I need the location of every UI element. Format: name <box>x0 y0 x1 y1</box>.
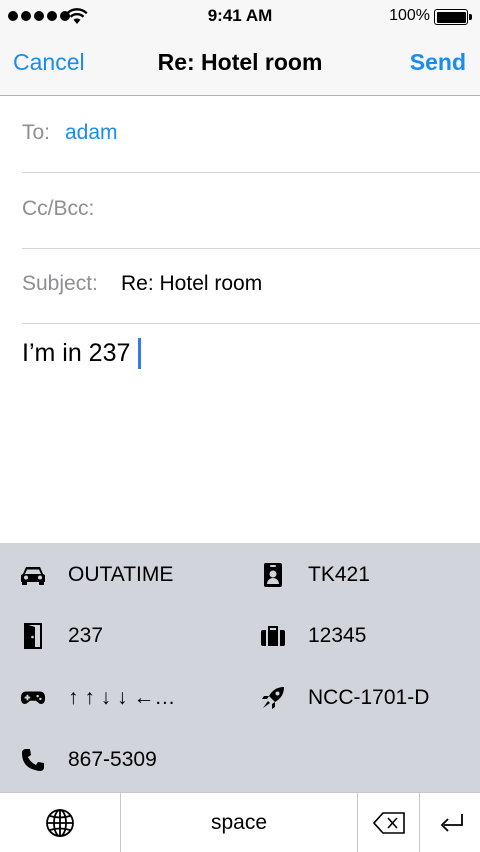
rocket-icon <box>260 685 286 711</box>
send-button[interactable]: Send <box>410 49 466 76</box>
ccbcc-label: Cc/Bcc: <box>22 197 95 220</box>
ccbcc-field[interactable]: Cc/Bcc: <box>22 173 480 249</box>
battery-percentage: 100% <box>389 7 430 24</box>
return-key[interactable] <box>420 793 480 852</box>
page-title: Re: Hotel room <box>157 49 323 75</box>
suggestion-text: OUTATIME <box>68 563 174 586</box>
to-field[interactable]: To: adam <box>22 97 480 173</box>
keyboard-bottom-row: space <box>0 792 480 852</box>
suggestion-item[interactable]: ↑ ↑ ↓ ↓ ←… <box>20 681 175 715</box>
suggestion-item[interactable]: 237 <box>20 619 103 653</box>
suggestion-item[interactable]: TK421 <box>260 558 370 592</box>
suggestion-text: 12345 <box>308 624 367 647</box>
suggestion-text: TK421 <box>308 563 370 586</box>
globe-key[interactable] <box>0 793 120 852</box>
return-icon <box>440 814 463 832</box>
space-key-label: space <box>210 811 268 834</box>
id-badge-icon <box>260 562 286 588</box>
suggestion-item[interactable]: 12345 <box>260 619 366 653</box>
car-icon <box>20 562 46 588</box>
subject-value[interactable]: Re: Hotel room <box>121 272 262 296</box>
space-key[interactable]: space <box>121 793 357 852</box>
suggestion-text: 867-5309 <box>68 748 157 771</box>
subject-label: Subject: <box>22 272 98 295</box>
to-label: To: <box>22 121 51 144</box>
delete-key[interactable] <box>358 793 419 852</box>
door-icon <box>20 623 46 649</box>
subject-field[interactable]: Subject: Re: Hotel room <box>22 248 480 324</box>
suggestion-panel: OUTATIME TK421 237 12345 ↑ ↑ ↓ ↓ ←… NCC-… <box>0 543 480 792</box>
to-recipient[interactable]: adam <box>65 121 118 145</box>
backspace-icon <box>372 812 405 834</box>
suggestion-item[interactable]: 867-5309 <box>20 743 157 777</box>
suggestion-text: 237 <box>68 624 104 647</box>
suggestion-text: NCC-1701-D <box>308 686 430 709</box>
message-body[interactable]: I’m in 237 <box>22 338 142 369</box>
suggestion-item[interactable]: NCC-1701-D <box>260 681 429 715</box>
status-bar: 9:41 AM 100% <box>0 0 480 32</box>
phone-icon <box>20 747 46 773</box>
text-cursor <box>138 338 142 369</box>
luggage-icon <box>260 623 286 649</box>
message-text: I’m in 237 <box>22 339 131 367</box>
gamepad-icon <box>20 685 46 711</box>
battery-icon <box>434 9 472 25</box>
navigation-bar: Cancel Re: Hotel room Send <box>0 32 480 96</box>
suggestion-item[interactable]: OUTATIME <box>20 558 173 592</box>
globe-icon <box>46 809 74 837</box>
suggestion-text: ↑ ↑ ↓ ↓ ←… <box>68 686 176 709</box>
